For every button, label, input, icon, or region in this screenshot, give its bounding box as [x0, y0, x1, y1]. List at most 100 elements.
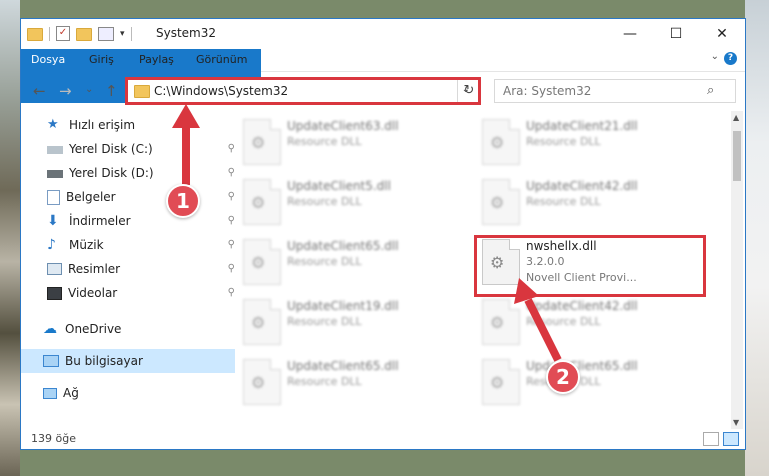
file-name: UpdateClient21.dll: [526, 119, 638, 133]
desktop-wallpaper-left: [0, 0, 20, 476]
gear-icon: ⚙: [251, 313, 266, 332]
sidebar-item-network[interactable]: Ağ: [21, 381, 235, 405]
sidebar-item-label: Hızlı erişim: [69, 118, 136, 132]
quick-access-toolbar: ✓ ▾: [27, 26, 132, 41]
sidebar-item-pictures[interactable]: Resimler ⚲: [21, 257, 239, 281]
pictures-icon: [47, 263, 62, 275]
tab-view[interactable]: Görünüm: [186, 49, 257, 71]
file-item[interactable]: ⚙ UpdateClient42.dll Resource DLL: [476, 175, 696, 229]
forward-button[interactable]: →: [59, 82, 72, 100]
sidebar-item-label: Ağ: [63, 386, 79, 400]
gear-icon: ⚙: [490, 373, 505, 392]
sidebar-item-label: Resimler: [68, 262, 121, 276]
customize-view-icon[interactable]: [98, 26, 114, 41]
file-type: Resource DLL: [287, 315, 362, 328]
recent-locations-button[interactable]: ⌄: [85, 84, 93, 95]
close-button[interactable]: ✕: [699, 19, 745, 49]
help-icon[interactable]: ?: [724, 52, 737, 65]
computer-icon: [43, 355, 59, 367]
music-icon: ♪: [47, 237, 56, 253]
file-item[interactable]: ⚙ UpdateClient19.dll Resource DLL: [237, 295, 457, 349]
address-highlight-box: [125, 77, 481, 105]
file-item[interactable]: ⚙ UpdateClient65.dll Resource DLL: [476, 355, 696, 409]
desktop-wallpaper-right: [745, 0, 769, 476]
properties-check-icon[interactable]: ✓: [56, 26, 70, 41]
gear-icon: ⚙: [251, 193, 266, 212]
search-input[interactable]: Ara: System32: [503, 84, 591, 98]
sidebar-item-downloads[interactable]: ⬇ İndirmeler ⚲: [21, 209, 239, 233]
sidebar-item-music[interactable]: ♪ Müzik ⚲: [21, 233, 239, 257]
sidebar-item-local-disk-c[interactable]: Yerel Disk (C:) ⚲: [21, 137, 239, 161]
sidebar-item-this-pc[interactable]: Bu bilgisayar: [21, 349, 235, 373]
view-toggle: [703, 432, 739, 446]
sidebar-item-label: İndirmeler: [69, 214, 131, 228]
sidebar-item-label: Yerel Disk (C:): [69, 142, 153, 156]
gear-icon: ⚙: [490, 313, 505, 332]
cloud-icon: ☁: [43, 321, 57, 337]
up-button[interactable]: ↑: [105, 82, 118, 100]
sidebar-item-label: OneDrive: [65, 322, 122, 336]
tab-share[interactable]: Paylaş: [129, 49, 184, 71]
toolbar-divider: [49, 26, 50, 41]
file-name: UpdateClient5.dll: [287, 179, 391, 193]
file-name: UpdateClient19.dll: [287, 299, 399, 313]
tab-home[interactable]: Giriş: [79, 49, 124, 71]
file-name: UpdateClient65.dll: [287, 239, 399, 253]
network-icon: [43, 387, 57, 399]
gear-icon: ⚙: [490, 193, 505, 212]
sidebar-item-label: Belgeler: [66, 190, 116, 204]
file-name: UpdateClient63.dll: [287, 119, 399, 133]
sidebar-item-quick-access[interactable]: ★ Hızlı erişim: [21, 113, 239, 137]
file-type: Resource DLL: [287, 375, 362, 388]
expand-ribbon-icon[interactable]: ⌄: [711, 51, 719, 62]
file-name: UpdateClient42.dll: [526, 299, 638, 313]
file-item[interactable]: ⚙ UpdateClient65.dll Resource DLL: [237, 355, 457, 409]
minimize-button[interactable]: —: [607, 19, 653, 49]
gear-icon: ⚙: [490, 133, 505, 152]
sidebar-item-local-disk-d[interactable]: Yerel Disk (D:) ⚲: [21, 161, 239, 185]
videos-icon: [47, 286, 62, 300]
sidebar-item-onedrive[interactable]: ☁ OneDrive: [21, 317, 235, 341]
maximize-button[interactable]: ☐: [653, 19, 699, 49]
file-name: UpdateClient42.dll: [526, 179, 638, 193]
file-highlight-box: [474, 235, 706, 297]
file-name: UpdateClient65.dll: [526, 359, 638, 373]
details-view-icon[interactable]: [703, 432, 719, 446]
file-type: Resource DLL: [287, 135, 362, 148]
sidebar-item-label: Videolar: [68, 286, 118, 300]
sidebar-item-videos[interactable]: Videolar ⚲: [21, 281, 239, 305]
vertical-scrollbar[interactable]: ▲ ▼: [731, 111, 743, 429]
window-title: System32: [156, 26, 217, 40]
gear-icon: ⚙: [251, 133, 266, 152]
scroll-up-icon[interactable]: ▲: [733, 113, 739, 122]
sidebar-item-label: Yerel Disk (D:): [69, 166, 154, 180]
file-name: UpdateClient65.dll: [287, 359, 399, 373]
file-item[interactable]: ⚙ UpdateClient63.dll Resource DLL: [237, 115, 457, 169]
search-box[interactable]: Ara: System32 ⌕: [494, 79, 736, 103]
drive-icon: [47, 170, 63, 178]
drive-icon: [47, 146, 63, 154]
navigation-pane: ★ Hızlı erişim Yerel Disk (C:) ⚲ Yerel D…: [21, 111, 235, 421]
scroll-thumb[interactable]: [733, 131, 741, 181]
sidebar-item-documents[interactable]: Belgeler ⚲: [21, 185, 239, 209]
title-bar: ✓ ▾ System32 — ☐ ✕: [21, 19, 745, 49]
new-folder-icon[interactable]: [76, 28, 92, 41]
sidebar-item-label: Bu bilgisayar: [65, 354, 143, 368]
file-item[interactable]: ⚙ UpdateClient42.dll Resource DLL: [476, 295, 696, 349]
back-button[interactable]: ←: [33, 82, 46, 100]
sidebar-item-label: Müzik: [69, 238, 104, 252]
ribbon-tabs: Dosya Giriş Paylaş Görünüm ⌄ ?: [21, 49, 745, 103]
step-badge-2: 2: [546, 360, 580, 394]
scroll-down-icon[interactable]: ▼: [733, 418, 739, 427]
file-item[interactable]: ⚙ UpdateClient21.dll Resource DLL: [476, 115, 696, 169]
search-icon[interactable]: ⌕: [707, 83, 723, 98]
file-item[interactable]: ⚙ UpdateClient65.dll Resource DLL: [237, 235, 457, 289]
explorer-window: ✓ ▾ System32 — ☐ ✕ Dosya Giriş Paylaş Gö…: [20, 18, 746, 450]
toolbar-divider: [130, 26, 132, 41]
documents-icon: [47, 189, 60, 205]
file-type: Resource DLL: [526, 195, 601, 208]
file-item[interactable]: ⚙ UpdateClient5.dll Resource DLL: [237, 175, 457, 229]
gear-icon: ⚙: [251, 373, 266, 392]
quick-access-dropdown-icon[interactable]: ▾: [120, 29, 125, 39]
large-icons-view-icon[interactable]: [723, 432, 739, 446]
